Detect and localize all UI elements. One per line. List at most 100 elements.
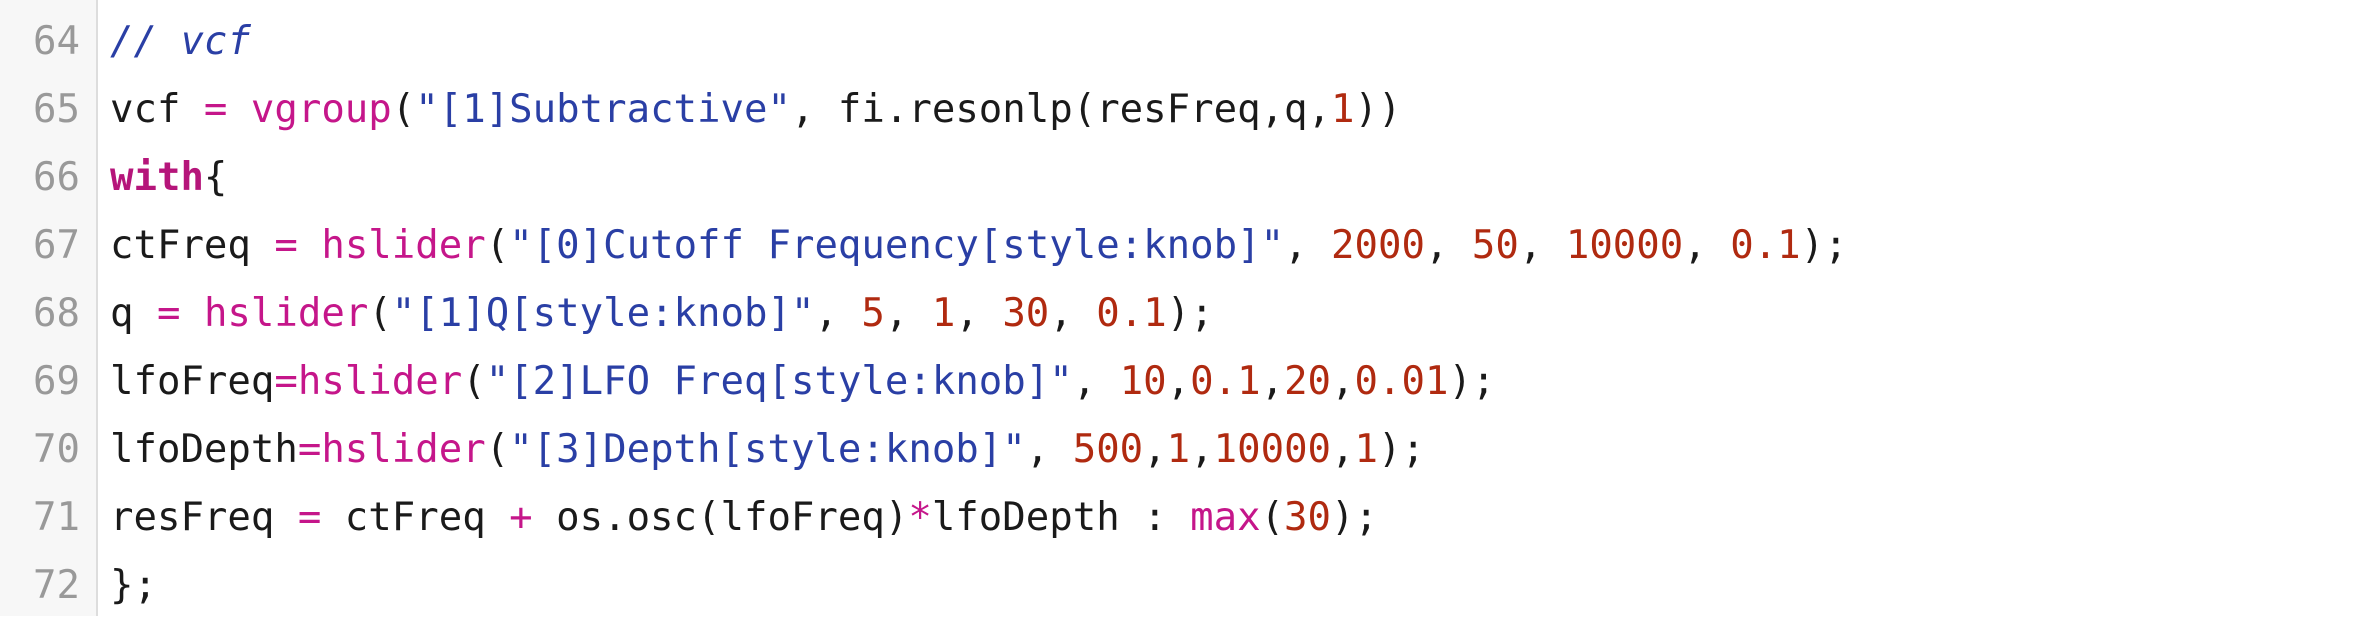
line-number: 67 bbox=[33, 223, 80, 268]
code-text: lfoFreq=hslider("[2]LFO Freq[style:knob]… bbox=[110, 348, 1495, 416]
token-number: 1 bbox=[1331, 87, 1355, 132]
token-plain: , bbox=[1424, 223, 1472, 268]
token-plain: , bbox=[1143, 427, 1167, 472]
token-plain: ( bbox=[1260, 495, 1285, 540]
token-plain: )) bbox=[1354, 87, 1402, 132]
token-number: 500 bbox=[1072, 427, 1144, 472]
code-line[interactable]: 65 vcf = vgroup("[1]Subtractive", fi.reso… bbox=[0, 76, 2370, 144]
token-string: "[1]Q[style:knob]" bbox=[391, 291, 815, 336]
token-plain: ctFreq bbox=[321, 495, 510, 540]
code-text: // vcf bbox=[110, 8, 251, 76]
token-number: 30 bbox=[1284, 495, 1332, 540]
line-number: 65 bbox=[33, 87, 80, 132]
token-string: "[3]Depth[style:knob]" bbox=[509, 427, 1026, 472]
token-plain: ( bbox=[391, 87, 416, 132]
token-number: 0.01 bbox=[1354, 359, 1449, 404]
token-plain: ); bbox=[1448, 359, 1496, 404]
token-number: 5 bbox=[861, 291, 885, 336]
token-number: 0.1 bbox=[1190, 359, 1261, 404]
token-plain: ); bbox=[1378, 427, 1425, 472]
token-plain: , bbox=[1331, 427, 1355, 472]
code-line[interactable]: 67 ctFreq = hslider("[0]Cutoff Frequency[… bbox=[0, 212, 2370, 280]
token-keyword: with bbox=[110, 155, 204, 200]
token-plain: , fi.resonlp(resFreq,q, bbox=[790, 87, 1331, 132]
token-plain: lfoDepth : bbox=[931, 495, 1191, 540]
code-line[interactable]: 72}; bbox=[0, 552, 2370, 620]
line-number: 70 bbox=[33, 427, 80, 472]
token-number: 0.1 bbox=[1730, 223, 1801, 268]
token-op: + bbox=[509, 495, 533, 540]
token-plain: , bbox=[1025, 427, 1073, 472]
token-plain: ( bbox=[368, 291, 392, 336]
code-editor[interactable]: 64// vcf 65 vcf = vgroup("[1]Subtractive",… bbox=[0, 0, 2370, 616]
code-text: resFreq = ctFreq + os.osc(lfoFreq)*lfoDe… bbox=[110, 484, 1378, 552]
token-plain: os.osc(lfoFreq) bbox=[532, 495, 909, 540]
token-op: = bbox=[297, 427, 322, 472]
token-plain: , bbox=[1049, 291, 1097, 336]
code-text: q = hslider("[1]Q[style:knob]", 5, 1, 30… bbox=[110, 280, 1214, 348]
token-plain: { bbox=[203, 155, 228, 200]
token-plain: , bbox=[1518, 223, 1566, 268]
token-op: * bbox=[908, 495, 932, 540]
token-number: 10000 bbox=[1565, 223, 1684, 268]
line-number: 71 bbox=[33, 495, 80, 540]
token-op: = bbox=[203, 87, 228, 132]
line-number: 66 bbox=[33, 155, 80, 200]
token-plain: ( bbox=[485, 223, 510, 268]
line-number: 69 bbox=[33, 359, 80, 404]
token-plain: q bbox=[110, 291, 157, 336]
token-plain: lfoDepth bbox=[110, 427, 298, 472]
token-comment: // vcf bbox=[110, 19, 251, 64]
token-plain: ); bbox=[1800, 223, 1848, 268]
token-number: 1 bbox=[1354, 427, 1378, 472]
token-op: = bbox=[297, 495, 322, 540]
code-line[interactable]: 66 with{ bbox=[0, 144, 2370, 212]
token-plain: ctFreq bbox=[110, 223, 275, 268]
token-plain: ( bbox=[462, 359, 486, 404]
token-plain: , bbox=[1331, 359, 1355, 404]
token-op: = bbox=[156, 291, 181, 336]
token-number: 2000 bbox=[1331, 223, 1425, 268]
code-line[interactable]: 68 q = hslider("[1]Q[style:knob]", 5, 1, … bbox=[0, 280, 2370, 348]
token-func: hslider bbox=[297, 359, 463, 404]
line-number: 68 bbox=[33, 291, 80, 336]
token-number: 10000 bbox=[1213, 427, 1332, 472]
code-line[interactable]: 70 lfoDepth=hslider("[3]Depth[style:knob]… bbox=[0, 416, 2370, 484]
token-op: = bbox=[274, 359, 298, 404]
token-func: hslider bbox=[321, 427, 486, 472]
token-string: "[2]LFO Freq[style:knob]" bbox=[485, 359, 1073, 404]
token-plain: , bbox=[884, 291, 932, 336]
code-text: lfoDepth=hslider("[3]Depth[style:knob]",… bbox=[110, 416, 1425, 484]
token-plain: , bbox=[1072, 359, 1120, 404]
code-text: with{ bbox=[110, 144, 227, 212]
token-plain: }; bbox=[110, 563, 157, 608]
token-plain: , bbox=[1683, 223, 1731, 268]
token-plain: , bbox=[1260, 359, 1285, 404]
token-number: 10 bbox=[1119, 359, 1167, 404]
line-number: 64 bbox=[33, 19, 80, 64]
token-func: hslider bbox=[203, 291, 369, 336]
token-number: 20 bbox=[1284, 359, 1332, 404]
code-line[interactable]: 69 lfoFreq=hslider("[2]LFO Freq[style:kno… bbox=[0, 348, 2370, 416]
token-func: max bbox=[1190, 495, 1261, 540]
token-plain: , bbox=[1284, 223, 1332, 268]
token-number: 30 bbox=[1002, 291, 1050, 336]
code-line[interactable]: 71 resFreq = ctFreq + os.osc(lfoFreq)*lfo… bbox=[0, 484, 2370, 552]
token-func: vgroup bbox=[250, 87, 392, 132]
token-number: 1 bbox=[931, 291, 956, 336]
token-plain: , bbox=[955, 291, 1003, 336]
code-text: }; bbox=[110, 552, 157, 620]
token-plain: resFreq bbox=[110, 495, 298, 540]
token-plain: , bbox=[814, 291, 862, 336]
code-line[interactable]: 64 // vcf bbox=[0, 8, 2370, 76]
token-string: "[0]Cutoff Frequency[style:knob]" bbox=[509, 223, 1285, 268]
token-number: 1 bbox=[1166, 427, 1191, 472]
line-number: 72 bbox=[33, 563, 80, 608]
code-text: ctFreq = hslider("[0]Cutoff Frequency[st… bbox=[110, 212, 1848, 280]
token-plain: ( bbox=[485, 427, 510, 472]
token-plain: , bbox=[1190, 427, 1214, 472]
token-plain: vcf bbox=[110, 87, 204, 132]
